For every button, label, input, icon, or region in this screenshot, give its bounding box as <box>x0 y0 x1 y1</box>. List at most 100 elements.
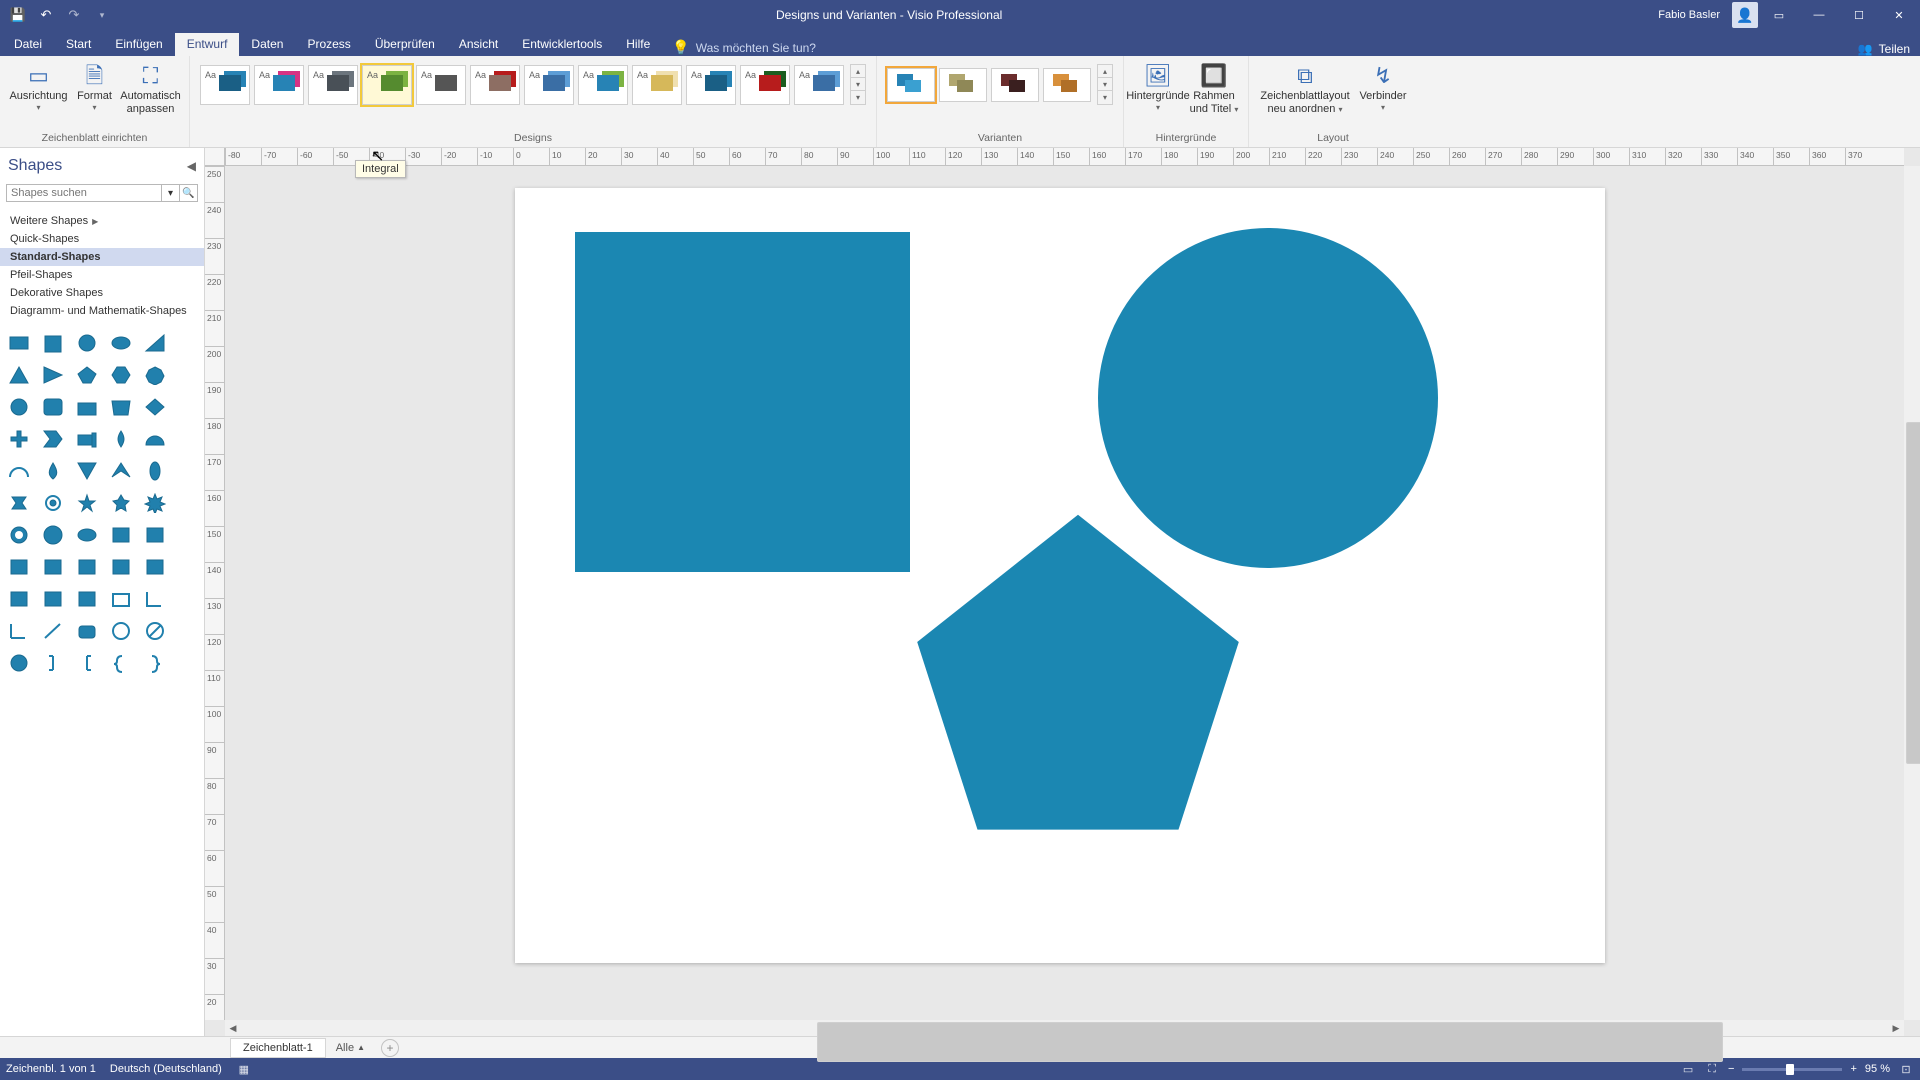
shape-palette-item[interactable] <box>40 492 66 514</box>
tab-entwicklertools[interactable]: Entwicklertools <box>510 33 614 56</box>
status-language[interactable]: Deutsch (Deutschland) <box>110 1063 222 1075</box>
zoom-knob[interactable] <box>1786 1064 1794 1075</box>
fit-page-icon[interactable]: ⛶ <box>1704 1061 1720 1077</box>
shape-palette-item[interactable] <box>142 460 168 482</box>
shape-palette-item[interactable] <box>74 460 100 482</box>
design-thumb-10[interactable]: Aa <box>740 65 790 105</box>
shape-palette-item[interactable] <box>108 620 134 642</box>
stencil-more-shapes[interactable]: Weitere Shapes ▶ <box>0 212 204 230</box>
size-button[interactable]: 🗎 Format ▾ <box>67 60 123 112</box>
borders-button[interactable]: 🔲 Rahmen und Titel ▾ <box>1186 60 1242 115</box>
scroll-thumb-v[interactable] <box>1906 422 1920 764</box>
scroll-thumb-h[interactable] <box>817 1022 1723 1062</box>
shape-palette-item[interactable] <box>142 524 168 546</box>
scroll-right-icon[interactable]: ▶ <box>1888 1020 1904 1036</box>
shape-palette-item[interactable] <box>6 556 32 578</box>
design-thumb-7[interactable]: Aa <box>578 65 628 105</box>
tab-einfuegen[interactable]: Einfügen <box>103 33 174 56</box>
shape-palette-item[interactable] <box>40 524 66 546</box>
shape-palette-item[interactable] <box>142 588 168 610</box>
shape-palette-item[interactable] <box>108 428 134 450</box>
save-icon[interactable]: 💾 <box>6 3 30 27</box>
shape-palette-item[interactable] <box>108 524 134 546</box>
shape-palette-item[interactable] <box>108 332 134 354</box>
scroll-left-icon[interactable]: ◀ <box>225 1020 241 1036</box>
tab-prozess[interactable]: Prozess <box>295 33 362 56</box>
shape-palette-item[interactable] <box>74 364 100 386</box>
shape-palette-item[interactable] <box>74 556 100 578</box>
shape-palette-item[interactable] <box>40 588 66 610</box>
redo-icon[interactable]: ↷ <box>62 3 86 27</box>
autofit-button[interactable]: ⛶ Automatisch anpassen <box>123 60 179 115</box>
shape-palette-item[interactable] <box>108 652 134 674</box>
zoom-out-button[interactable]: − <box>1728 1063 1734 1075</box>
shape-square[interactable] <box>575 232 910 572</box>
shape-palette-item[interactable] <box>108 492 134 514</box>
tab-ansicht[interactable]: Ansicht <box>447 33 510 56</box>
shape-palette-item[interactable] <box>108 396 134 418</box>
variant-thumb-0[interactable] <box>887 68 935 102</box>
design-thumb-2[interactable]: Aa <box>308 65 358 105</box>
shape-palette-item[interactable] <box>108 556 134 578</box>
zoom-slider[interactable] <box>1742 1068 1842 1071</box>
shape-palette-item[interactable] <box>142 364 168 386</box>
undo-icon[interactable]: ↶ <box>34 3 58 27</box>
shape-palette-item[interactable] <box>40 332 66 354</box>
new-sheet-button[interactable]: + <box>381 1039 399 1057</box>
shape-palette-item[interactable] <box>74 332 100 354</box>
collapse-panel-icon[interactable]: ◀ <box>187 159 196 173</box>
shape-palette-item[interactable] <box>40 620 66 642</box>
shape-palette-item[interactable] <box>6 332 32 354</box>
maximize-icon[interactable]: ☐ <box>1840 0 1878 30</box>
shape-palette-item[interactable] <box>74 588 100 610</box>
stencil-item[interactable]: Quick-Shapes <box>0 230 204 248</box>
shape-palette-item[interactable] <box>74 428 100 450</box>
shape-palette-item[interactable] <box>74 652 100 674</box>
stencil-item[interactable]: Pfeil-Shapes <box>0 266 204 284</box>
tab-entwurf[interactable]: Entwurf <box>175 33 240 56</box>
tab-daten[interactable]: Daten <box>239 33 295 56</box>
tell-me-search[interactable]: 💡 Was möchten Sie tun? <box>662 39 826 56</box>
tab-start[interactable]: Start <box>54 33 103 56</box>
shape-palette-item[interactable] <box>6 652 32 674</box>
shape-palette-item[interactable] <box>142 652 168 674</box>
design-thumb-11[interactable]: Aa <box>794 65 844 105</box>
design-thumb-3[interactable]: AaIntegral↖ <box>362 65 412 105</box>
shape-palette-item[interactable] <box>142 620 168 642</box>
ribbon-options-icon[interactable]: ▭ <box>1760 0 1798 30</box>
gallery-spinner[interactable]: ▴▾▾ <box>850 64 866 105</box>
tab-hilfe[interactable]: Hilfe <box>614 33 662 56</box>
shape-palette-item[interactable] <box>6 524 32 546</box>
design-thumb-4[interactable]: Aa <box>416 65 466 105</box>
design-thumb-9[interactable]: Aa <box>686 65 736 105</box>
shape-palette-item[interactable] <box>6 428 32 450</box>
shapes-search-input[interactable] <box>6 184 162 202</box>
shape-palette-item[interactable] <box>142 428 168 450</box>
sheet-all-button[interactable]: Alle ▲ <box>326 1039 375 1057</box>
shape-palette-item[interactable] <box>40 652 66 674</box>
fit-window-icon[interactable]: ⊡ <box>1898 1061 1914 1077</box>
shape-palette-item[interactable] <box>6 396 32 418</box>
shape-palette-item[interactable] <box>40 396 66 418</box>
design-thumb-5[interactable]: Aa <box>470 65 520 105</box>
design-thumb-0[interactable]: Aa <box>200 65 250 105</box>
variant-thumb-1[interactable] <box>939 68 987 102</box>
share-button[interactable]: Teilen <box>1879 42 1910 56</box>
zoom-in-button[interactable]: + <box>1850 1063 1856 1075</box>
zoom-level[interactable]: 95 % <box>1865 1063 1890 1075</box>
close-icon[interactable]: ✕ <box>1880 0 1918 30</box>
shape-palette-item[interactable] <box>142 492 168 514</box>
shape-palette-item[interactable] <box>108 364 134 386</box>
drawing-page[interactable] <box>515 188 1605 963</box>
stencil-item[interactable]: Dekorative Shapes <box>0 284 204 302</box>
shape-palette-item[interactable] <box>40 364 66 386</box>
search-icon[interactable]: 🔍 <box>180 184 198 202</box>
shape-palette-item[interactable] <box>40 556 66 578</box>
tab-ueberpruefen[interactable]: Überprüfen <box>363 33 447 56</box>
shape-palette-item[interactable] <box>74 620 100 642</box>
variant-thumb-2[interactable] <box>991 68 1039 102</box>
shape-palette-item[interactable] <box>6 620 32 642</box>
scrollbar-vertical[interactable] <box>1904 166 1920 1020</box>
relayout-button[interactable]: ⧉ Zeichenblattlayout neu anordnen ▾ <box>1255 60 1355 115</box>
shape-palette-item[interactable] <box>142 556 168 578</box>
